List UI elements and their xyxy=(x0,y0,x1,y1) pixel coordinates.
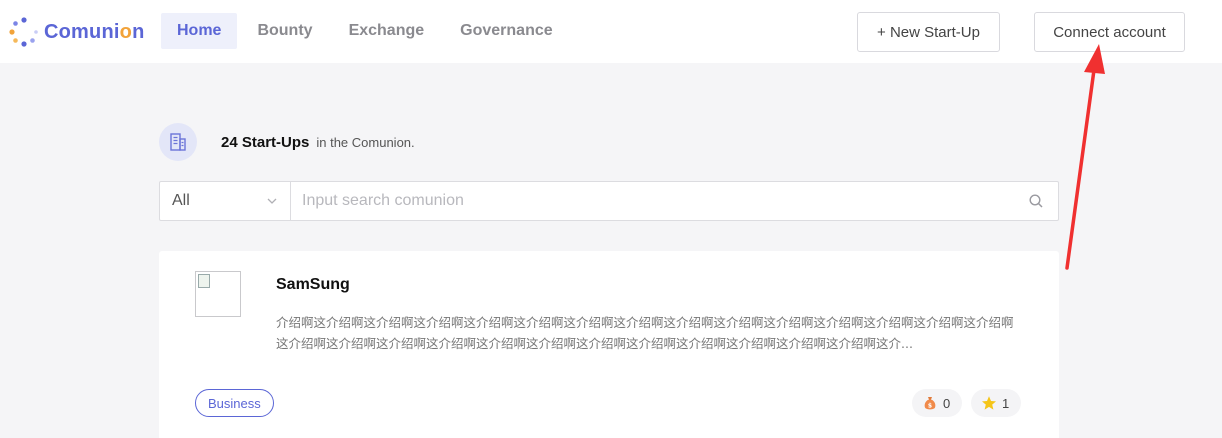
star-count-badge[interactable]: 1 xyxy=(971,389,1022,417)
chevron-down-icon xyxy=(267,198,277,204)
startup-name[interactable]: SamSung xyxy=(276,276,350,294)
star-icon xyxy=(982,396,996,410)
broken-image-icon xyxy=(198,274,210,288)
comunion-logo-icon xyxy=(9,17,38,47)
search-icon[interactable] xyxy=(1014,182,1058,220)
category-filter-value: All xyxy=(172,192,190,209)
brand-name-end: n xyxy=(132,20,145,43)
startup-description: 介绍啊这介绍啊这介绍啊这介绍啊这介绍啊这介绍啊这介绍啊这介绍啊这介绍啊这介绍啊这… xyxy=(276,315,1014,351)
brand-name-accent: o xyxy=(119,20,133,43)
startup-tag: Business xyxy=(195,389,274,417)
comunion-logo[interactable]: Comunion xyxy=(8,14,144,50)
top-header: Comunion Home Bounty Exchange Governance… xyxy=(0,0,1222,63)
money-bag-icon: $ xyxy=(924,397,936,410)
nav-item-exchange[interactable]: Exchange xyxy=(333,13,441,49)
startups-count: 24 Start-Ups xyxy=(221,133,310,151)
startup-logo-image xyxy=(195,271,241,317)
category-filter-select[interactable]: All xyxy=(160,182,291,220)
connect-account-button[interactable]: Connect account xyxy=(1034,12,1185,52)
search-input[interactable] xyxy=(291,182,1014,220)
startups-count-suffix: in the Comunion. xyxy=(316,134,415,150)
nav-item-bounty[interactable]: Bounty xyxy=(241,13,328,49)
new-startup-button[interactable]: + New Start-Up xyxy=(857,12,1000,52)
building-icon xyxy=(159,123,197,161)
bounty-count-badge: $ 0 xyxy=(912,389,963,417)
brand-name-main: Comuni xyxy=(44,20,120,43)
startups-summary: 24 Start-Ups in the Comunion. xyxy=(159,123,415,161)
nav-item-governance[interactable]: Governance xyxy=(444,13,568,49)
nav-item-home[interactable]: Home xyxy=(161,13,238,49)
svg-text:$: $ xyxy=(928,402,932,409)
startup-card[interactable]: SamSung 介绍啊这介绍啊这介绍啊这介绍啊这介绍啊这介绍啊这介绍啊这介绍啊这… xyxy=(159,251,1059,438)
star-count: 1 xyxy=(1002,395,1010,411)
brand-name: Comunion xyxy=(44,21,144,44)
bounty-count: 0 xyxy=(943,395,951,411)
search-bar: All xyxy=(159,181,1059,221)
main-nav: Home Bounty Exchange Governance xyxy=(161,13,573,49)
